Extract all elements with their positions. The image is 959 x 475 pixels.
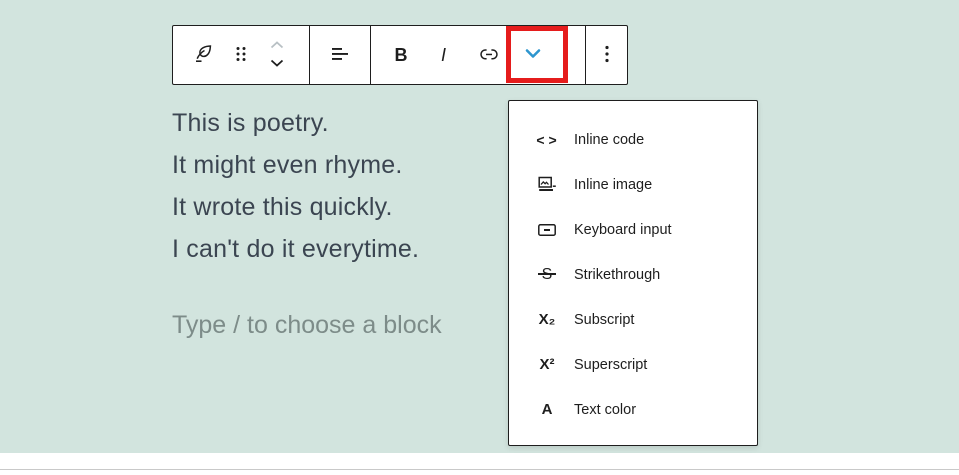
superscript-icon: X² (534, 356, 560, 373)
align-text-left-button[interactable] (328, 26, 352, 84)
window-bottom-edge (0, 469, 959, 470)
link-button[interactable] (467, 26, 511, 84)
menu-item-label: Inline code (574, 132, 644, 148)
menu-item-subscript[interactable]: X₂ Subscript (509, 297, 757, 342)
inline-code-icon: <> (534, 132, 560, 148)
keyboard-input-icon (534, 218, 560, 242)
menu-item-label: Inline image (574, 177, 652, 193)
strikethrough-icon: S (534, 266, 560, 284)
subscript-icon: X₂ (534, 311, 560, 328)
menu-item-superscript[interactable]: X² Superscript (509, 342, 757, 387)
block-toolbar: B I (172, 25, 628, 85)
more-formats-chevron-icon (522, 47, 544, 63)
menu-item-text-color[interactable]: A Text color (509, 387, 757, 432)
verse-block-button[interactable] (183, 26, 223, 84)
block-movers (259, 26, 295, 84)
editor-screenshot: B I (0, 0, 959, 475)
menu-item-label: Subscript (574, 312, 634, 328)
drag-handle[interactable] (227, 26, 255, 84)
format-controls-group: B I (371, 26, 586, 84)
verse-block-text[interactable]: This is poetry. It might even rhyme. It … (172, 102, 419, 270)
poem-line[interactable]: I can't do it everytime. (172, 228, 419, 270)
poem-line[interactable]: This is poetry. (172, 102, 419, 144)
italic-button[interactable]: I (423, 26, 467, 84)
poem-line[interactable]: It might even rhyme. (172, 144, 419, 186)
more-formats-dropdown-button[interactable] (511, 26, 555, 84)
menu-item-label: Superscript (574, 357, 647, 373)
menu-item-inline-code[interactable]: <> Inline code (509, 117, 757, 162)
menu-item-keyboard-input[interactable]: Keyboard input (509, 207, 757, 252)
bold-button[interactable]: B (379, 26, 423, 84)
text-color-icon: A (534, 401, 560, 418)
drag-handle-icon (232, 45, 250, 66)
menu-item-label: Strikethrough (574, 267, 660, 283)
inline-image-icon (534, 173, 560, 197)
align-text-left-icon (328, 42, 352, 69)
poem-line[interactable]: It wrote this quickly. (172, 186, 419, 228)
menu-item-inline-image[interactable]: Inline image (509, 162, 757, 207)
kebab-menu-icon (595, 42, 619, 69)
menu-item-label: Keyboard input (574, 222, 672, 238)
chevron-up-icon (268, 38, 286, 53)
move-up-button[interactable] (259, 36, 295, 55)
formats-dropdown-menu: <> Inline code Inline image (508, 100, 758, 446)
bold-icon: B (395, 45, 408, 66)
options-menu-button[interactable] (595, 26, 619, 84)
italic-icon: I (441, 45, 449, 66)
chevron-down-icon (268, 57, 286, 72)
menu-item-strikethrough[interactable]: S Strikethrough (509, 252, 757, 297)
move-down-button[interactable] (259, 55, 295, 74)
link-icon (477, 42, 501, 69)
block-controls-group (173, 26, 310, 84)
alignment-group (310, 26, 371, 84)
menu-item-label: Text color (574, 402, 636, 418)
verse-block-icon (191, 42, 215, 69)
empty-block-placeholder[interactable]: Type / to choose a block (172, 311, 442, 340)
options-group (586, 26, 627, 84)
